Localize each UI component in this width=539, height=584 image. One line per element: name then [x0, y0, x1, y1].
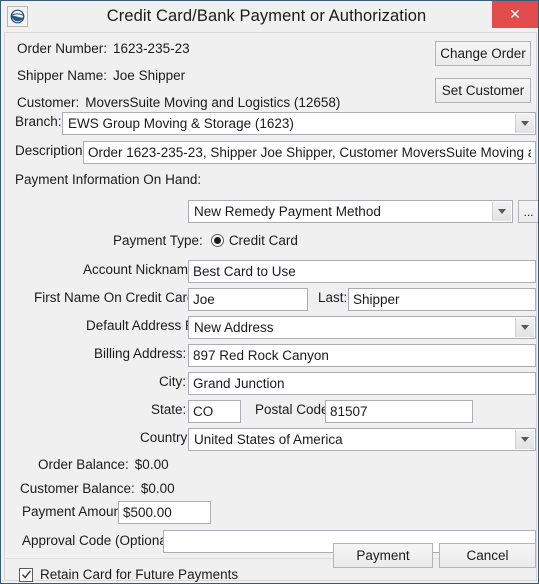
chevron-down-icon[interactable]: [515, 114, 534, 133]
postal-code-label: Postal Code:: [255, 402, 333, 417]
change-order-button[interactable]: Change Order: [435, 41, 531, 66]
payment-type-credit-card-label: Credit Card: [228, 233, 298, 248]
order-balance-row: Order Balance: $0.00: [38, 457, 169, 472]
payment-amount-label-wrap: Payment Amount:: [22, 504, 129, 519]
state-label: State:: [151, 402, 187, 417]
check-icon: [21, 570, 31, 579]
approval-code-label-wrap: Approval Code (Optional):: [22, 533, 178, 548]
payment-type-label: Payment Type:: [113, 233, 203, 248]
radio-dot-icon: [213, 237, 221, 244]
payment-info-label-wrap: Payment Information On Hand:: [15, 172, 201, 187]
payment-info-browse-button[interactable]: ...: [518, 200, 538, 223]
close-icon[interactable]: ✕: [492, 1, 538, 28]
retain-card-checkbox-row[interactable]: Retain Card for Future Payments: [19, 567, 238, 582]
shipper-name-value: Joe Shipper: [113, 68, 186, 83]
payment-amount-input[interactable]: [118, 501, 211, 524]
dialog-body: Order Number: 1623-235-23 Shipper Name: …: [4, 32, 538, 582]
chevron-down-icon[interactable]: [515, 318, 534, 337]
shipper-name-row: Shipper Name: Joe Shipper: [17, 68, 185, 83]
set-customer-button[interactable]: Set Customer: [435, 78, 531, 103]
default-address-select-value: New Address: [194, 320, 274, 335]
account-nickname-label-wrap: Account Nickname:: [83, 262, 199, 277]
city-label-wrap: City:: [159, 374, 186, 389]
order-number-label: Order Number:: [17, 41, 108, 56]
order-number-row: Order Number: 1623-235-23: [17, 41, 190, 56]
first-name-input[interactable]: [188, 288, 308, 311]
account-nickname-input[interactable]: [188, 260, 536, 283]
customer-balance-label: Customer Balance:: [20, 481, 135, 496]
first-name-label: First Name On Credit Card:: [34, 290, 199, 305]
billing-address-label: Billing Address:: [94, 346, 187, 361]
dialog-window: Credit Card/Bank Payment or Authorizatio…: [0, 0, 539, 584]
first-name-label-wrap: First Name On Credit Card:: [34, 290, 198, 305]
last-name-input[interactable]: [348, 288, 536, 311]
payment-type-row: Payment Type: Credit Card: [113, 233, 298, 248]
country-select-value: United States of America: [194, 432, 343, 447]
branch-label-wrap: Branch:: [15, 114, 62, 129]
shipper-name-label: Shipper Name:: [17, 68, 108, 83]
billing-address-label-wrap: Billing Address:: [94, 346, 186, 361]
description-input[interactable]: [83, 141, 536, 164]
customer-balance-row: Customer Balance: $0.00: [20, 481, 175, 496]
payment-info-select-value: New Remedy Payment Method: [194, 204, 381, 219]
state-input[interactable]: [188, 400, 241, 423]
order-balance-label: Order Balance:: [38, 457, 129, 472]
order-number-value: 1623-235-23: [113, 41, 190, 56]
city-input[interactable]: [188, 372, 536, 395]
chevron-down-icon[interactable]: [492, 202, 511, 221]
retain-card-checkbox[interactable]: [19, 567, 33, 582]
payment-button[interactable]: Payment: [333, 543, 433, 568]
city-label: City:: [159, 374, 186, 389]
globe-icon: [7, 6, 28, 27]
branch-select-value: EWS Group Moving & Storage (1623): [68, 116, 294, 131]
state-label-wrap: State:: [151, 402, 186, 417]
default-address-select[interactable]: New Address: [188, 316, 536, 339]
customer-label: Customer:: [17, 95, 80, 110]
country-label-wrap: Country:: [140, 430, 191, 445]
last-name-label-wrap: Last:: [318, 290, 347, 305]
description-label-wrap: Description:: [15, 143, 86, 158]
branch-label: Branch:: [15, 114, 62, 129]
retain-card-label: Retain Card for Future Payments: [40, 567, 239, 582]
payment-info-label: Payment Information On Hand:: [15, 172, 202, 187]
customer-row: Customer: MoversSuite Moving and Logisti…: [17, 95, 340, 110]
customer-balance-value: $0.00: [140, 481, 175, 496]
country-select[interactable]: United States of America: [188, 428, 536, 451]
customer-value: MoversSuite Moving and Logistics (12658): [85, 95, 341, 110]
country-label: Country:: [140, 430, 192, 445]
postal-code-label-wrap: Postal Code:: [255, 402, 332, 417]
page-title: Credit Card/Bank Payment or Authorizatio…: [106, 7, 427, 25]
chevron-down-icon[interactable]: [515, 430, 534, 449]
payment-type-credit-card-radio[interactable]: [210, 234, 224, 247]
account-nickname-label: Account Nickname:: [83, 262, 200, 277]
billing-address-input[interactable]: [188, 344, 536, 367]
last-name-label: Last:: [318, 290, 348, 305]
postal-code-input[interactable]: [325, 400, 473, 423]
branch-select[interactable]: EWS Group Moving & Storage (1623): [62, 112, 536, 135]
payment-info-select[interactable]: New Remedy Payment Method: [188, 200, 513, 223]
payment-amount-label: Payment Amount:: [22, 504, 129, 519]
order-balance-value: $0.00: [134, 457, 169, 472]
title-bar: Credit Card/Bank Payment or Authorizatio…: [1, 1, 538, 32]
approval-code-label: Approval Code (Optional):: [22, 533, 179, 548]
cancel-button[interactable]: Cancel: [439, 543, 536, 568]
description-label: Description:: [15, 143, 87, 158]
